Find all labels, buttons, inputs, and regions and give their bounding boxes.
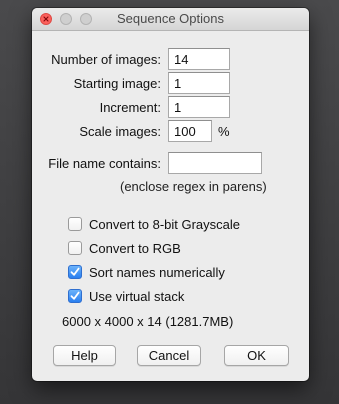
convert-8bit-grayscale-label: Convert to 8-bit Grayscale — [89, 216, 241, 232]
number-of-images-field[interactable] — [168, 48, 230, 70]
stack-size-summary: 6000 x 4000 x 14 (1281.7MB) — [62, 314, 234, 329]
use-virtual-stack-label: Use virtual stack — [89, 288, 185, 304]
cancel-button[interactable]: Cancel — [137, 345, 201, 366]
scale-percent-unit: % — [218, 124, 230, 139]
title-bar[interactable]: Sequence Options — [32, 8, 309, 31]
regex-hint: (enclose regex in parens) — [120, 179, 267, 194]
sequence-options-dialog: Sequence Options Number of images: Start… — [32, 8, 309, 381]
increment-label: Increment: — [99, 100, 161, 115]
convert-8bit-grayscale-checkbox[interactable] — [68, 217, 82, 231]
number-of-images-label: Number of images: — [51, 52, 161, 67]
convert-rgb-label: Convert to RGB — [89, 240, 181, 256]
file-name-contains-field[interactable] — [168, 152, 262, 174]
convert-8bit-grayscale-option[interactable]: Convert to 8-bit Grayscale — [68, 215, 240, 233]
scale-images-field[interactable] — [168, 120, 212, 142]
starting-image-label: Starting image: — [73, 76, 161, 91]
sort-names-numerically-checkbox[interactable] — [68, 265, 82, 279]
scale-images-label: Scale images: — [79, 124, 161, 139]
use-virtual-stack-checkbox[interactable] — [68, 289, 82, 303]
window-title: Sequence Options — [117, 11, 224, 26]
starting-image-field[interactable] — [168, 72, 230, 94]
checkmark-icon — [70, 291, 80, 300]
help-button[interactable]: Help — [53, 345, 116, 366]
sort-names-numerically-label: Sort names numerically — [89, 264, 225, 280]
sort-names-numerically-option[interactable]: Sort names numerically — [68, 263, 225, 281]
ok-button[interactable]: OK — [224, 345, 289, 366]
file-name-contains-label: File name contains: — [48, 156, 161, 171]
convert-rgb-checkbox[interactable] — [68, 241, 82, 255]
convert-rgb-option[interactable]: Convert to RGB — [68, 239, 181, 257]
increment-field[interactable] — [168, 96, 230, 118]
use-virtual-stack-option[interactable]: Use virtual stack — [68, 287, 184, 305]
checkmark-icon — [70, 267, 80, 276]
